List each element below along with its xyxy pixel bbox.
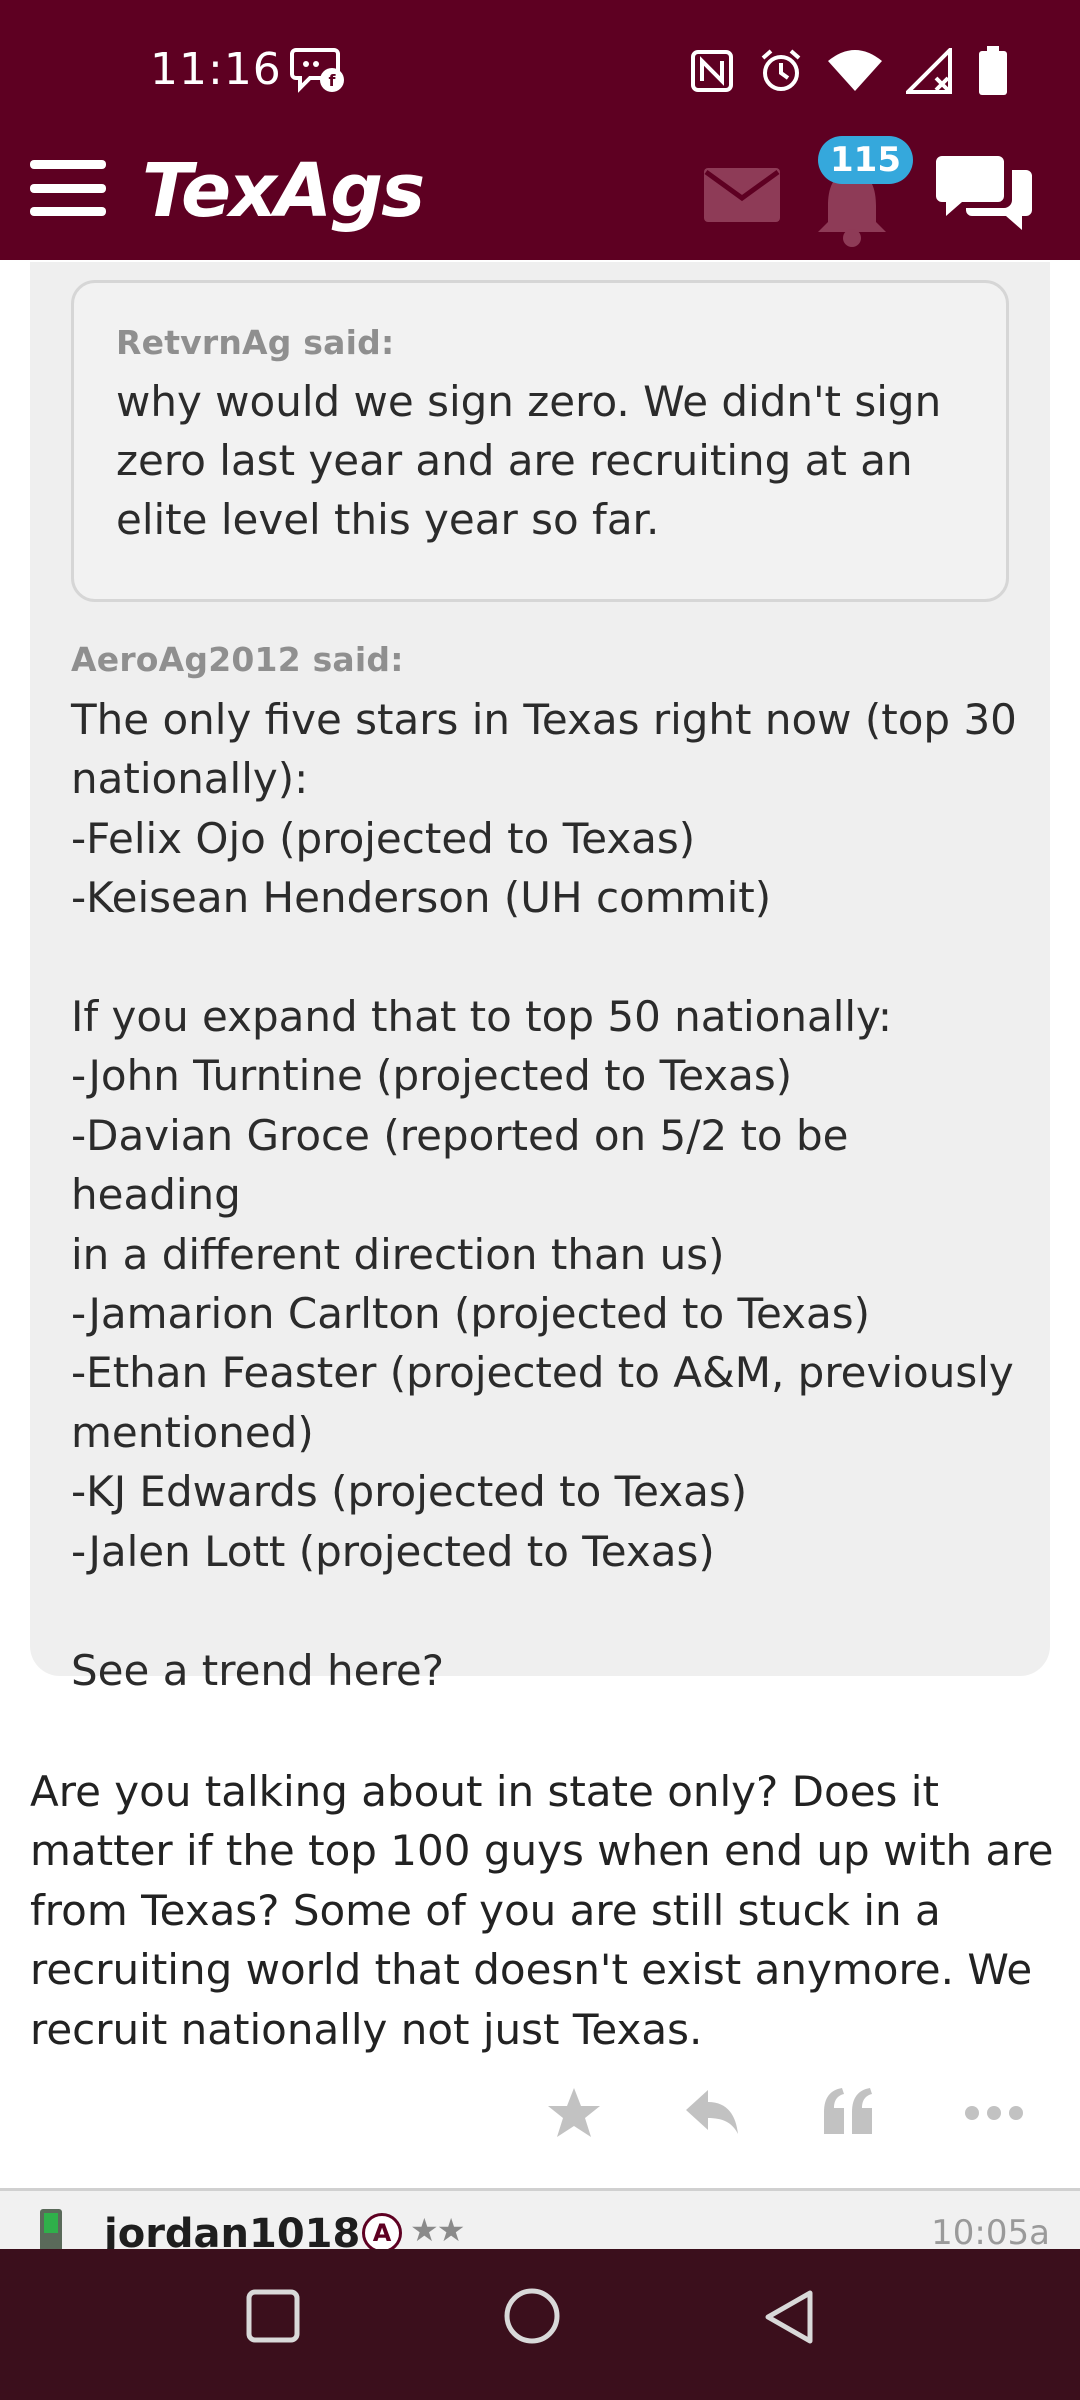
post-body: Are you talking about in state only? Doe… xyxy=(30,1767,1054,2054)
status-bar: 11:16 f xyxy=(0,0,1080,146)
inner-quote-author[interactable]: RetvrnAg said: xyxy=(116,323,964,362)
nfc-icon xyxy=(691,50,733,92)
next-post-header: jordan1018 A ★★ 10:05a xyxy=(0,2191,1080,2249)
recents-button[interactable] xyxy=(246,2289,300,2343)
user-avatar[interactable] xyxy=(36,2205,66,2249)
app-header: TexAgs 115 xyxy=(0,136,1080,260)
status-time: 11:16 xyxy=(150,44,282,95)
menu-icon[interactable] xyxy=(30,160,106,216)
signal-no-service-icon xyxy=(906,48,952,94)
chat-icon[interactable] xyxy=(934,152,1034,234)
mail-icon[interactable] xyxy=(704,168,780,222)
quote-icon[interactable] xyxy=(822,2086,876,2136)
status-icons xyxy=(690,46,1008,96)
back-button[interactable] xyxy=(762,2289,814,2345)
next-post-username[interactable]: jordan1018 xyxy=(104,2211,360,2249)
alarm-icon xyxy=(761,49,801,91)
texags-logo[interactable]: TexAgs xyxy=(142,146,425,236)
battery-icon xyxy=(979,46,1007,95)
chat-bubble-notification-icon: f xyxy=(290,48,344,93)
inner-quote-text: why would we sign zero. We didn't sign z… xyxy=(116,377,942,544)
user-stars: ★★ xyxy=(410,2211,465,2249)
outer-quote-author[interactable]: AeroAg2012 said: xyxy=(71,640,404,679)
more-icon[interactable] xyxy=(964,2104,1024,2122)
outer-quote-block: RetvrnAg said: why would we sign zero. W… xyxy=(30,262,1050,1695)
post-actions xyxy=(0,2086,1080,2156)
star-icon[interactable] xyxy=(546,2086,602,2140)
system-nav-bar xyxy=(0,2249,1080,2400)
reply-icon[interactable] xyxy=(686,2090,738,2134)
rank-badge: A xyxy=(362,2213,402,2249)
wifi-icon xyxy=(828,50,882,91)
notification-count-badge[interactable]: 115 xyxy=(818,136,913,184)
next-post-time: 10:05a xyxy=(931,2213,1050,2249)
home-button[interactable] xyxy=(503,2287,561,2345)
svg-text:f: f xyxy=(329,71,337,90)
inner-quote-block: RetvrnAg said: why would we sign zero. W… xyxy=(71,280,1009,602)
outer-quote-text: The only five stars in Texas right now (… xyxy=(71,695,1017,1695)
